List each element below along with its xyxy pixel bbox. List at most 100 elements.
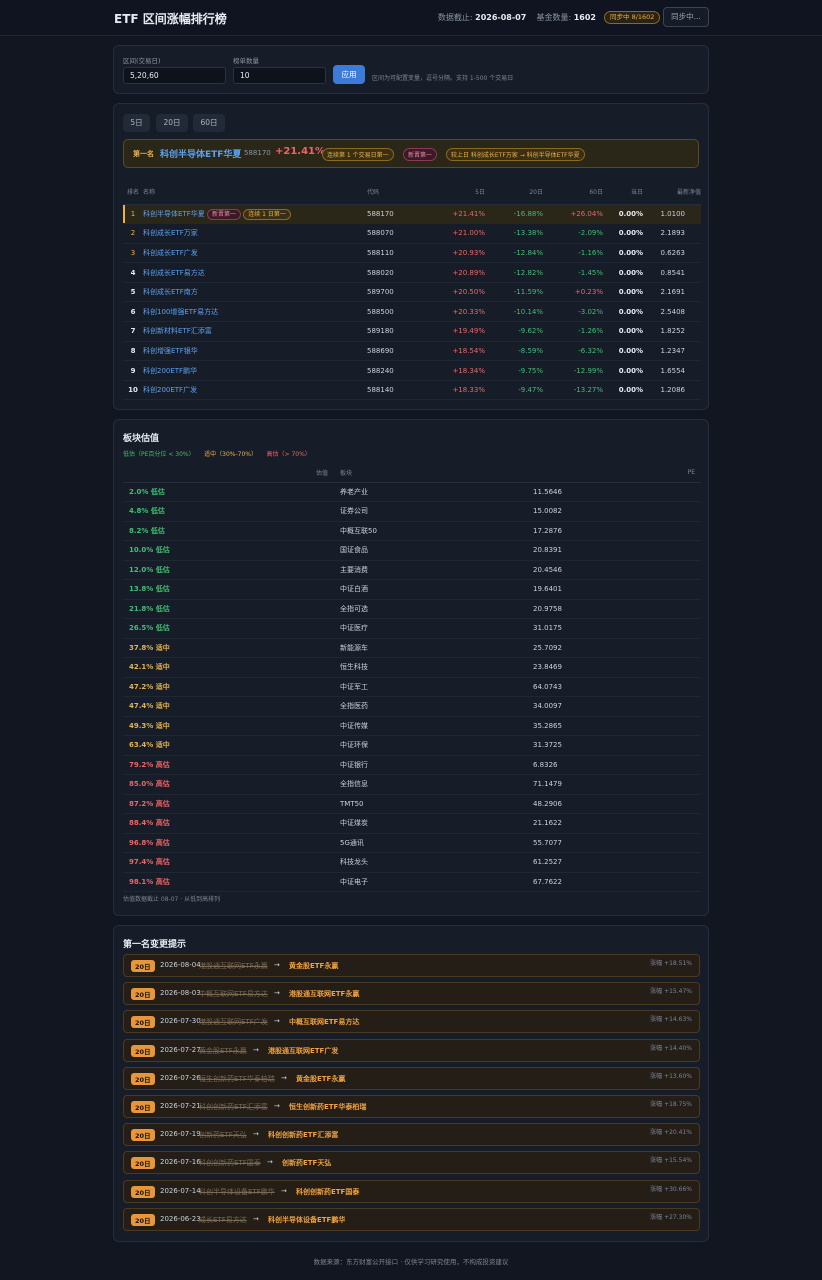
row-code: 588070: [367, 223, 427, 244]
list-item: 20日 2026-07-27 黄金股ETF永赢 涨幅 +14.40% → 港股通互联网ET…: [123, 1038, 700, 1062]
row-name[interactable]: 科创成长ETF易方达: [143, 269, 205, 277]
row-pe: 6.8326: [533, 755, 701, 775]
row-level: 10.0% 低估: [123, 540, 328, 561]
row-rank: 8: [123, 341, 143, 362]
row-sector: 全指信息: [328, 774, 533, 795]
change-new-name: 科创创新药ETF汇添富: [268, 1131, 339, 1140]
row-name[interactable]: 科创成长ETF南方: [143, 288, 198, 296]
row-name[interactable]: 科创200ETF鹏华: [143, 367, 197, 375]
row-pe: 61.2527: [533, 852, 701, 873]
change-pct: 涨幅 +30.66%: [650, 1185, 692, 1193]
row-5d: +20.89%: [427, 262, 485, 283]
range-input[interactable]: 5,20,60: [123, 67, 226, 84]
table-row[interactable]: 4 科创成长ETF易方达 588020 +20.89% -12.82% -1.45% 0.0…: [123, 262, 701, 283]
footer-note: 数据来源：东方财富公开接口 · 仅供学习研究使用，不构成投资建议: [313, 1258, 509, 1266]
change-range-tag: 20日: [131, 960, 155, 972]
row-rank: 3: [123, 243, 143, 264]
valuation-table: 估值 板块 PE 2.0% 低估 养老产业 11.5646 4.8% 低估 证券公司 15…: [123, 464, 701, 892]
row-nav: 2.1691: [643, 282, 701, 303]
table-row[interactable]: 3 科创成长ETF广发 588110 +20.93% -12.84% -1.16% 0.00…: [123, 243, 701, 264]
row-60d: -1.45%: [543, 262, 603, 283]
row-name[interactable]: 科创成长ETF广发: [143, 249, 198, 257]
table-row[interactable]: 2 科创成长ETF万家 588070 +21.00% -13.38% -2.09% 0.00…: [123, 223, 701, 244]
row-sector: 中证传媒: [328, 716, 533, 736]
row-sector: 中证环保: [328, 735, 533, 756]
row-name[interactable]: 科创新材料ETF汇添富: [143, 327, 212, 335]
row-name[interactable]: 科创增强ETF银华: [143, 347, 198, 355]
row-level: 49.3% 适中: [123, 716, 328, 736]
row-pe: 17.2876: [533, 521, 701, 541]
change-old-name: 港股通互联网ETF永赢: [199, 962, 268, 970]
row-sector: 科技龙头: [328, 852, 533, 873]
row-sector: 中证电子: [328, 872, 533, 892]
row-pe: 64.0743: [533, 677, 701, 697]
change-new-name: 港股通互联网ETF广发: [268, 1046, 339, 1055]
change-old-name: 恒生创新药ETF华泰柏瑞: [199, 1074, 275, 1083]
table-row[interactable]: 1 科创半导体ETF华夏 新晋第一 连续 1 日第一 588170 +21.41% -1…: [123, 204, 701, 225]
row-rank: 5: [123, 282, 143, 303]
change-new-name: 科创半导体设备ETF鹏华: [268, 1215, 346, 1224]
legend-low: 低估（PE百分位 < 30%）: [123, 451, 195, 458]
row-60d: -1.16%: [543, 243, 603, 264]
tab-60d[interactable]: 60日: [193, 114, 225, 132]
row-name-cell: 科创成长ETF广发: [143, 243, 367, 264]
row-pe: 19.6401: [533, 579, 701, 600]
table-row[interactable]: 8 科创增强ETF银华 588690 +18.54% -8.59% -6.32% 0.00%…: [123, 341, 701, 362]
arrow-right-icon: →: [274, 961, 280, 969]
col-level: 估值: [123, 464, 328, 483]
table-row: 4.8% 低估 证券公司 15.0082: [123, 501, 701, 522]
row-name[interactable]: 科创半导体ETF华夏: [143, 210, 205, 218]
valuation-header-row: 估值 板块 PE: [123, 464, 701, 483]
change-range-tag: 20日: [131, 1101, 155, 1113]
table-row: 42.1% 适中 恒生科技 23.8469: [123, 657, 701, 678]
sync-button[interactable]: 同步中...: [663, 7, 709, 27]
table-row[interactable]: 5 科创成长ETF南方 589700 +20.50% -11.59% +0.23% 0.00…: [123, 282, 701, 303]
row-5d: +20.50%: [427, 282, 485, 303]
row-code: 588500: [367, 301, 427, 323]
row-sector: 国证食品: [328, 540, 533, 561]
row-20d: -13.38%: [485, 223, 543, 244]
table-row: 88.4% 高估 中证煤炭 21.1622: [123, 813, 701, 834]
apply-button[interactable]: 应用: [333, 65, 365, 84]
row-sector: 中证白酒: [328, 579, 533, 600]
sync-status-badge: 同步中 8/1602: [604, 11, 661, 24]
row-code: 588170: [367, 204, 427, 225]
col-rank: 排名: [123, 180, 143, 205]
count-value: 1602: [573, 13, 596, 22]
row-name[interactable]: 科创200ETF广发: [143, 386, 197, 394]
limit-input[interactable]: 10: [233, 67, 326, 84]
valuation-card: 板块估值 低估（PE百分位 < 30%） 适中（30%-70%） 高估（> 70…: [113, 419, 709, 916]
change-new-name: 创新药ETF天弘: [282, 1159, 332, 1168]
table-row[interactable]: 7 科创新材料ETF汇添富 589180 +19.49% -9.62% -1.26% 0.0…: [123, 321, 701, 342]
table-row[interactable]: 9 科创200ETF鹏华 588240 +18.34% -9.75% -12.99% 0.0…: [123, 360, 701, 381]
row-20d: -9.62%: [485, 321, 543, 342]
tab-5d[interactable]: 5日: [123, 114, 150, 132]
change-pct: 涨幅 +27.30%: [650, 1213, 692, 1221]
change-old-name: 黄金股ETF永赢: [199, 1046, 247, 1055]
table-row[interactable]: 10 科创200ETF广发 588140 +18.33% -9.47% -13.27% 0.…: [123, 380, 701, 401]
leader-name[interactable]: 科创半导体ETF华夏: [160, 147, 241, 160]
row-name[interactable]: 科创成长ETF万家: [143, 229, 198, 237]
arrow-right-icon: →: [253, 1045, 259, 1054]
tab-20d[interactable]: 20日: [156, 114, 188, 132]
change-old-name: 科创创新药ETF汇添富: [199, 1103, 268, 1111]
table-row[interactable]: 6 科创100增强ETF易方达 588500 +20.33% -10.14% -3.02%…: [123, 301, 701, 323]
date-label: 数据截止:: [437, 13, 473, 22]
change-pct: 涨幅 +20.41%: [650, 1129, 692, 1137]
row-rank: 1: [123, 204, 143, 225]
row-name[interactable]: 科创100增强ETF易方达: [143, 308, 218, 316]
table-row: 37.8% 适中 新能源车 25.7092: [123, 638, 701, 658]
row-today: 0.00%: [603, 204, 643, 225]
col-sector: 板块: [328, 464, 533, 483]
row-nav: 1.6554: [643, 360, 701, 381]
row-20d: -11.59%: [485, 282, 543, 303]
table-row: 8.2% 低估 中概互联50 17.2876: [123, 521, 701, 541]
row-level: 88.4% 高估: [123, 813, 328, 834]
change-date: 2026-07-19: [160, 1130, 201, 1139]
change-range-tag: 20日: [131, 1016, 155, 1029]
row-level: 96.8% 高估: [123, 833, 328, 853]
row-sector: 主要消费: [328, 560, 533, 580]
row-today: 0.00%: [603, 223, 643, 244]
row-rank: 2: [123, 223, 143, 244]
col-name: 名称: [143, 180, 367, 205]
